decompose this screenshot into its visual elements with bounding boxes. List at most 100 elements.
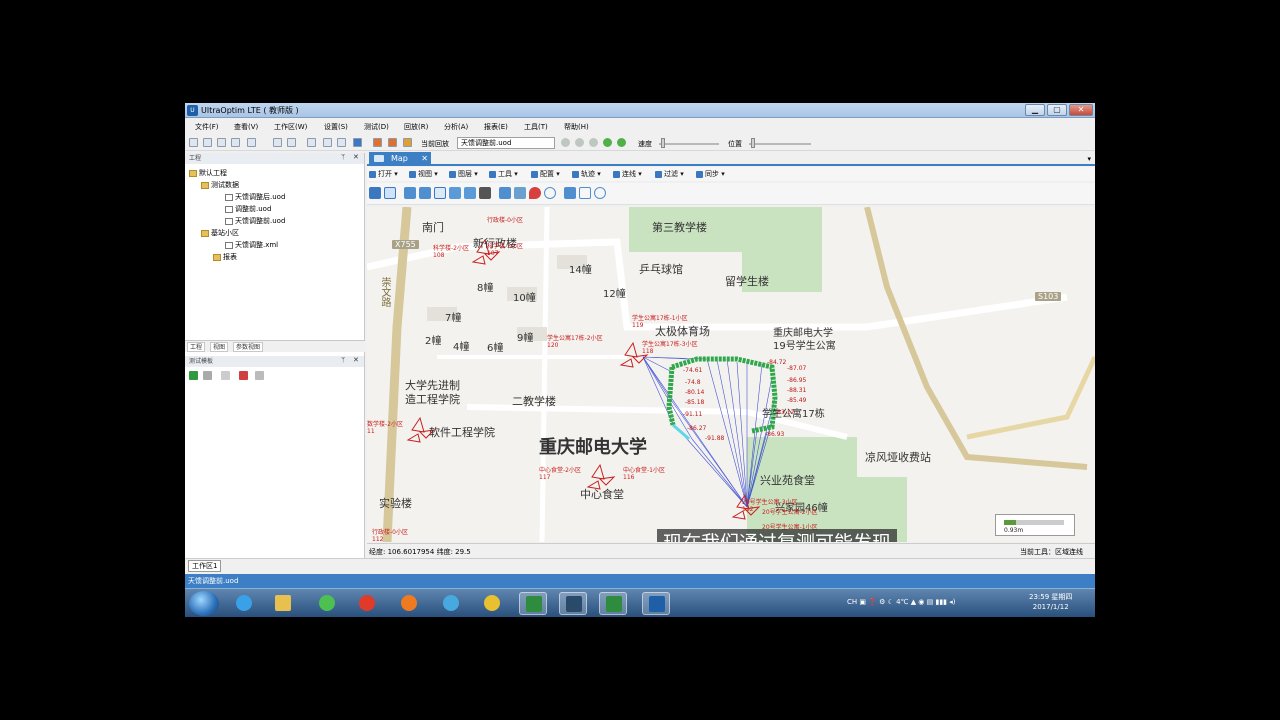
menu-workspace[interactable]: 工作区(W) <box>274 122 307 132</box>
camtasia2-taskbar-button[interactable] <box>599 592 627 615</box>
tree-item-file[interactable]: 调整前.uod <box>225 204 271 214</box>
tab-params[interactable]: 参数视图 <box>233 342 264 352</box>
speed-slider-thumb[interactable] <box>661 138 665 148</box>
export-icon[interactable] <box>323 138 332 147</box>
unlink-icon[interactable] <box>287 138 296 147</box>
pin-icon[interactable]: ᛘ <box>341 356 345 364</box>
app-g-taskbar-button[interactable] <box>353 592 381 615</box>
add-icon[interactable] <box>189 371 198 380</box>
measure-icon[interactable] <box>514 187 526 199</box>
dropdown-icon[interactable]: ▾ <box>1087 155 1091 163</box>
tab-map[interactable]: Map ✕ <box>369 152 431 165</box>
map-layers-menu[interactable]: 图层 ▾ <box>449 169 478 179</box>
tab-view[interactable]: 视图 <box>210 342 229 352</box>
map-view-icon[interactable] <box>404 187 416 199</box>
firefox-taskbar-button[interactable] <box>395 592 423 615</box>
panel-close-icon[interactable]: ✕ <box>353 356 359 364</box>
lock-icon[interactable] <box>403 138 412 147</box>
rewind-icon[interactable] <box>561 138 570 147</box>
copy-icon[interactable] <box>255 371 264 380</box>
map-config-menu[interactable]: 配置 ▾ <box>531 169 560 179</box>
new-icon[interactable] <box>189 138 198 147</box>
tree-item-test-data[interactable]: 测试数据 <box>201 180 239 190</box>
camtasia-taskbar-button[interactable] <box>519 592 547 615</box>
panel-close-icon[interactable]: ✕ <box>353 153 359 161</box>
menu-settings[interactable]: 设置(S) <box>324 122 348 132</box>
map-view-menu[interactable]: 视图 ▾ <box>409 169 438 179</box>
pause-icon[interactable] <box>589 138 598 147</box>
minimize-button[interactable]: ▁ <box>1025 104 1045 116</box>
rectangle-icon[interactable] <box>579 187 591 199</box>
menu-analysis[interactable]: 分析(A) <box>444 122 468 132</box>
step-back-icon[interactable] <box>575 138 584 147</box>
pin-icon[interactable]: ᛘ <box>341 153 345 161</box>
map-track-menu[interactable]: 轨迹 ▾ <box>572 169 601 179</box>
tree-item-file[interactable]: 天馈调整后.uod <box>225 192 285 202</box>
tools-icon[interactable] <box>353 138 362 147</box>
remove-icon[interactable] <box>203 371 212 380</box>
close-button[interactable]: ✕ <box>1069 104 1093 116</box>
system-tray[interactable]: CH ▣ ❓ ⚙ ☾ 4℃ ▲ ◉ ▤ ▮▮▮ ◂) <box>847 598 956 606</box>
map-sync-menu[interactable]: 同步 ▾ <box>696 169 725 179</box>
map-canvas[interactable]: X755 S103 崇文路 第三教学楼 乒乓球馆 留学生楼 太极体育场 重庆邮电… <box>367 207 1095 542</box>
open-icon[interactable] <box>203 138 212 147</box>
chrome-taskbar-button[interactable] <box>478 592 506 615</box>
zoom-out-icon[interactable] <box>464 187 476 199</box>
export-data-icon[interactable] <box>388 138 397 147</box>
layers-icon[interactable] <box>369 187 381 199</box>
audition-taskbar-button[interactable] <box>559 592 587 615</box>
menu-tools[interactable]: 工具(T) <box>524 122 548 132</box>
menu-help[interactable]: 帮助(H) <box>564 122 589 132</box>
playback-file-select[interactable]: 天馈调整前.uod <box>457 137 555 149</box>
refresh-icon[interactable] <box>419 187 431 199</box>
globe-icon[interactable] <box>384 187 396 199</box>
edit-icon[interactable] <box>221 371 230 380</box>
menu-file[interactable]: 文件(F) <box>195 122 219 132</box>
browser-taskbar-button[interactable] <box>437 592 465 615</box>
pan-hand-icon[interactable] <box>434 187 446 199</box>
tab-project[interactable]: 工程 <box>187 342 206 352</box>
tree-item-file[interactable]: 天馈调整前.uod <box>225 216 285 226</box>
explorer-taskbar-button[interactable] <box>269 592 297 615</box>
start-button[interactable] <box>189 591 219 616</box>
menu-view[interactable]: 查看(V) <box>234 122 258 132</box>
ie-taskbar-button[interactable] <box>230 592 258 615</box>
swap-icon[interactable] <box>564 187 576 199</box>
map-link-menu[interactable]: 连线 ▾ <box>613 169 642 179</box>
delete-icon[interactable] <box>239 371 248 380</box>
select-pointer-icon[interactable] <box>479 187 491 199</box>
tree-item-cells[interactable]: 基站小区 <box>201 228 239 238</box>
tree-item-default-project[interactable]: 默认工程 <box>189 168 227 178</box>
save-icon[interactable] <box>217 138 226 147</box>
play-icon[interactable] <box>617 138 626 147</box>
list-icon[interactable] <box>231 138 240 147</box>
fast-forward-icon[interactable] <box>603 138 612 147</box>
tab-workspace-1[interactable]: 工作区1 <box>188 560 222 572</box>
app360-taskbar-button[interactable] <box>313 592 341 615</box>
menu-test[interactable]: 测试(D) <box>364 122 389 132</box>
map-tools-menu[interactable]: 工具 ▾ <box>489 169 518 179</box>
tree-item-reports[interactable]: 报表 <box>213 252 237 262</box>
link-icon[interactable] <box>273 138 282 147</box>
zoom-in-icon[interactable] <box>449 187 461 199</box>
location-pin-icon[interactable] <box>529 187 541 199</box>
grid-icon[interactable] <box>307 138 316 147</box>
menu-report[interactable]: 报表(E) <box>484 122 508 132</box>
tree-item-file[interactable]: 天馈调整.xml <box>225 240 278 250</box>
maximize-button[interactable]: ▢ <box>1047 104 1067 116</box>
position-slider[interactable] <box>749 143 811 145</box>
record-icon[interactable] <box>337 138 346 147</box>
menu-playback[interactable]: 回放(R) <box>404 122 428 132</box>
position-slider-thumb[interactable] <box>751 138 755 148</box>
ultraoptim-taskbar-button[interactable] <box>642 592 670 615</box>
map-open-menu[interactable]: 打开 ▾ <box>369 169 398 179</box>
table-icon[interactable] <box>247 138 256 147</box>
clock[interactable]: 23:59 星期四 2017/1/12 <box>1029 592 1072 612</box>
import-icon[interactable] <box>373 138 382 147</box>
map-filter-menu[interactable]: 过滤 ▾ <box>655 169 684 179</box>
speed-slider[interactable] <box>659 143 719 145</box>
circle-icon[interactable] <box>594 187 606 199</box>
crop-icon[interactable] <box>499 187 511 199</box>
close-tab-icon[interactable]: ✕ <box>421 152 428 165</box>
target-icon[interactable] <box>544 187 556 199</box>
